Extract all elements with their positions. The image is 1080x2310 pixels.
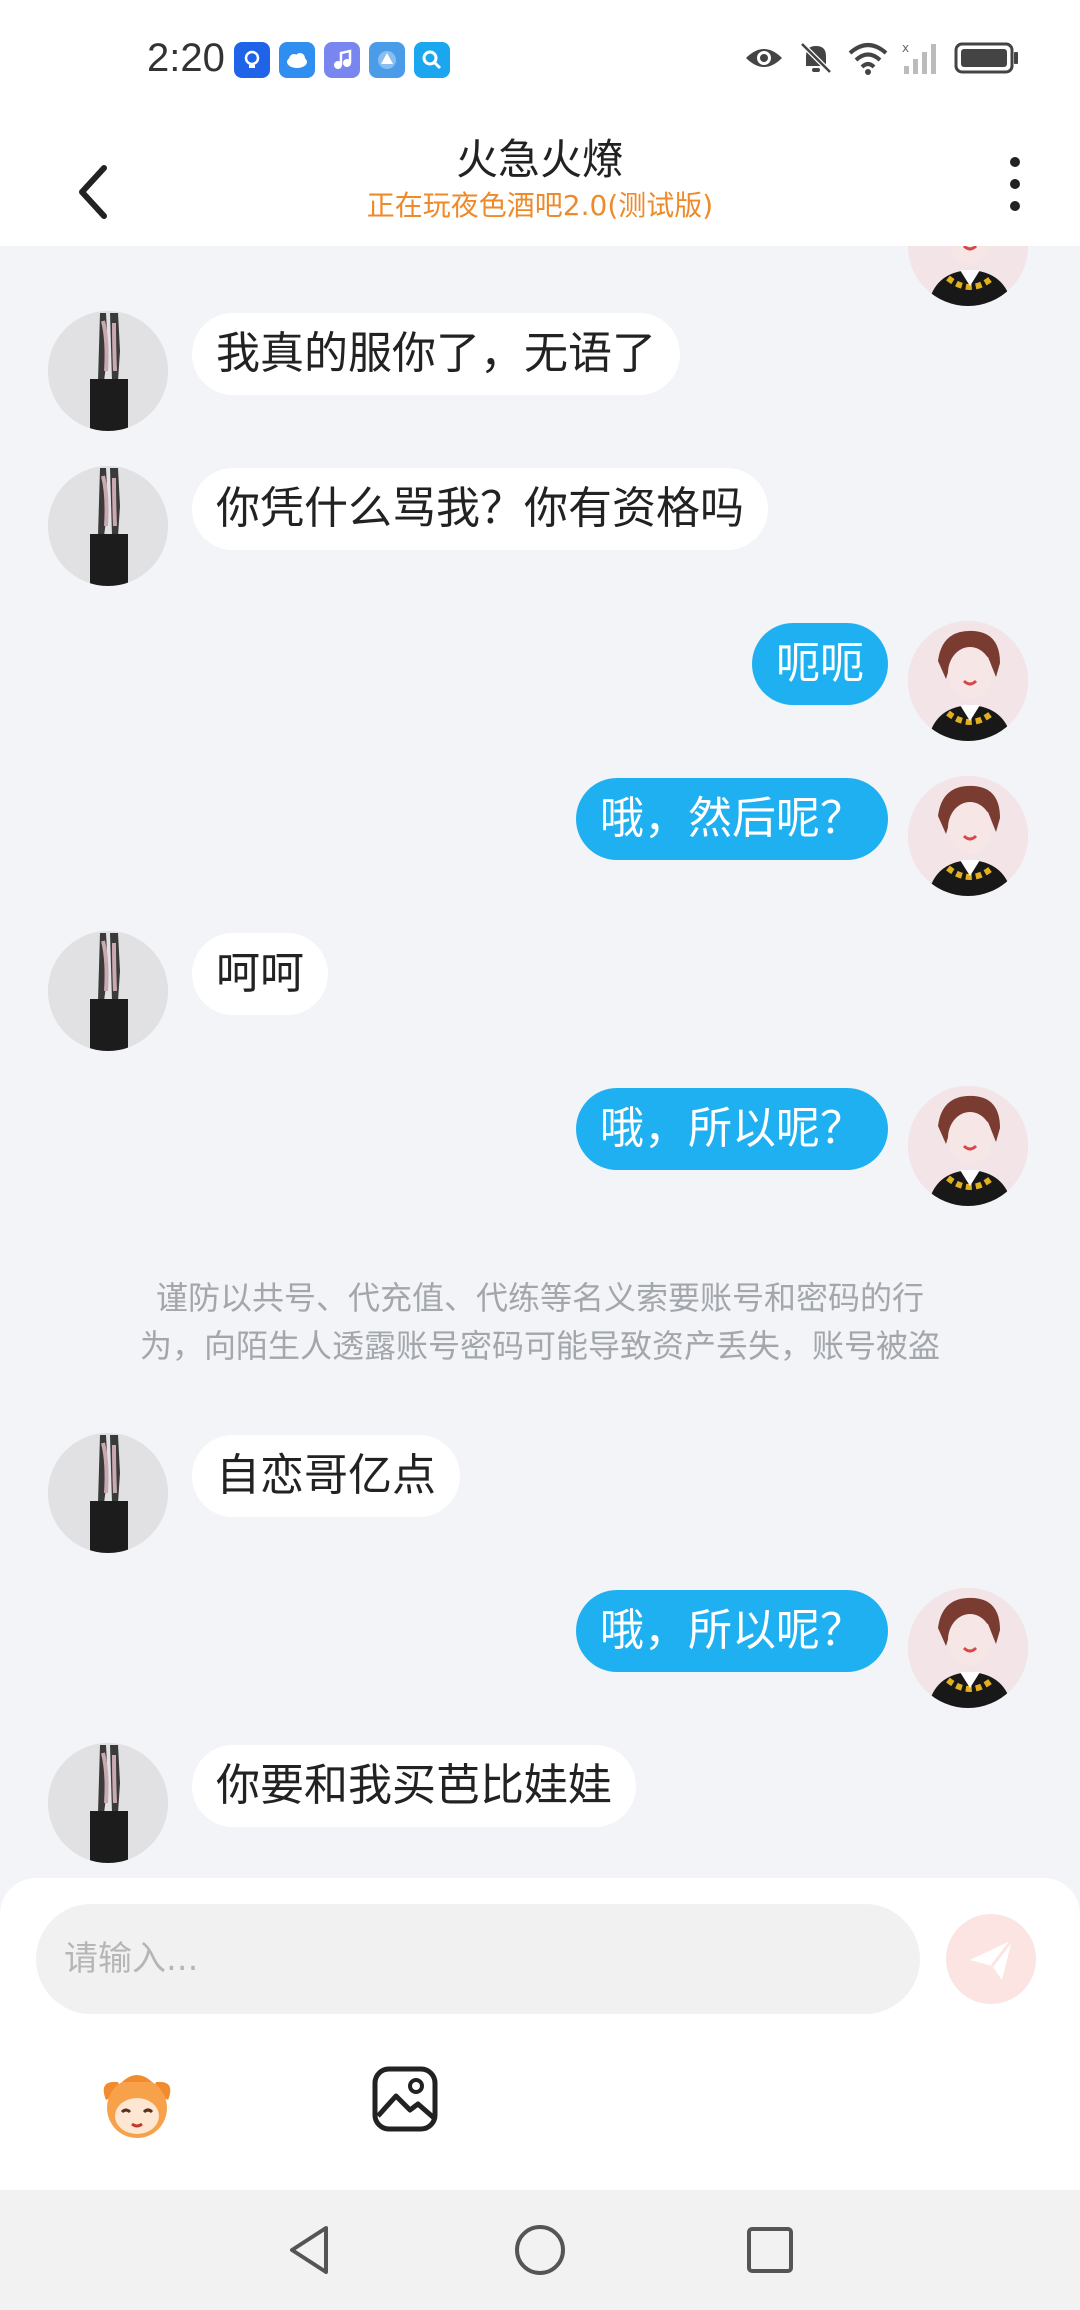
image-picker-button[interactable] bbox=[370, 2064, 440, 2134]
message-bubble[interactable]: 呵呵 bbox=[192, 933, 328, 1015]
input-panel: 请输入... bbox=[0, 1878, 1080, 2190]
search-icon bbox=[414, 42, 450, 78]
avatar[interactable] bbox=[908, 621, 1028, 741]
message-bubble[interactable]: 哦，所以呢？ bbox=[576, 1590, 888, 1672]
status-indicators: x bbox=[744, 40, 1020, 76]
send-icon bbox=[970, 1939, 1014, 1980]
mascot-emoji-icon bbox=[103, 2075, 171, 2138]
battery-icon bbox=[954, 42, 1018, 74]
triangle-back-icon bbox=[290, 2226, 328, 2274]
page-subtitle: 正在玩夜色酒吧2.0(测试版) bbox=[366, 189, 714, 222]
emoji-sticker-button[interactable] bbox=[92, 2060, 182, 2150]
avatar[interactable] bbox=[908, 776, 1028, 896]
message-bubble[interactable]: 你要和我买芭比娃娃 bbox=[192, 1745, 636, 1827]
security-notice-line: 为，向陌生人透露账号密码可能导致资产丢失，账号被盗 bbox=[139, 1327, 940, 1365]
mute-bell-icon bbox=[800, 42, 832, 74]
cloud-icon bbox=[279, 42, 315, 78]
chat-header: 火急火燎 正在玩夜色酒吧2.0(测试版) bbox=[0, 122, 1080, 246]
message-bubble[interactable]: 哦，然后呢？ bbox=[576, 778, 888, 860]
status-app-icons bbox=[234, 42, 450, 78]
avatar[interactable] bbox=[908, 1086, 1028, 1206]
square-recents-icon bbox=[747, 2227, 793, 2273]
security-notice: 谨防以共号、代充值、代练等名义索要账号和密码的行 为，向陌生人透露账号密码可能导… bbox=[80, 1274, 1000, 1370]
svg-text:x: x bbox=[902, 41, 909, 55]
bulb-icon bbox=[234, 42, 270, 78]
message-bubble[interactable]: 自恋哥亿点 bbox=[192, 1435, 460, 1517]
avatar[interactable] bbox=[48, 466, 168, 586]
avatar[interactable] bbox=[48, 311, 168, 431]
eye-icon bbox=[746, 49, 782, 67]
page-title: 火急火燎 bbox=[455, 135, 624, 184]
avatar[interactable] bbox=[48, 1743, 168, 1863]
security-notice-line: 谨防以共号、代充值、代练等名义索要账号和密码的行 bbox=[155, 1279, 924, 1317]
system-nav-bar bbox=[0, 2190, 1080, 2310]
message-bubble[interactable]: 我真的服你了，无语了 bbox=[192, 313, 680, 395]
nav-back-button[interactable] bbox=[280, 2220, 340, 2280]
status-bar: 2:20 x bbox=[0, 0, 1080, 122]
send-button[interactable] bbox=[946, 1914, 1036, 2004]
more-vertical-icon bbox=[1010, 157, 1020, 211]
message-bubble[interactable]: 你凭什么骂我？你有资格吗 bbox=[192, 468, 768, 550]
message-bubble[interactable]: 呃呃 bbox=[752, 623, 888, 705]
signal-icon: x bbox=[902, 41, 936, 74]
avatar[interactable] bbox=[908, 1588, 1028, 1708]
music-icon bbox=[324, 42, 360, 78]
avatar[interactable] bbox=[48, 931, 168, 1051]
nav-home-button[interactable] bbox=[510, 2220, 570, 2280]
circle-home-icon bbox=[515, 2225, 565, 2275]
browser-icon bbox=[369, 42, 405, 78]
status-time: 2:20 bbox=[147, 36, 225, 80]
wifi-icon bbox=[848, 43, 888, 75]
message-input[interactable]: 请输入... bbox=[36, 1904, 920, 2014]
message-bubble[interactable]: 哦，所以呢？ bbox=[576, 1088, 888, 1170]
chat-messages[interactable]: 我真的服你了，无语了 你凭什么骂我？你有资格吗 呃呃 哦，然后呢？ 呵呵 哦，所… bbox=[0, 246, 1080, 1880]
avatar-partial bbox=[908, 246, 1028, 306]
nav-recents-button[interactable] bbox=[740, 2220, 800, 2280]
more-options-button[interactable] bbox=[990, 144, 1040, 224]
avatar[interactable] bbox=[48, 1433, 168, 1553]
image-icon bbox=[372, 2066, 438, 2132]
